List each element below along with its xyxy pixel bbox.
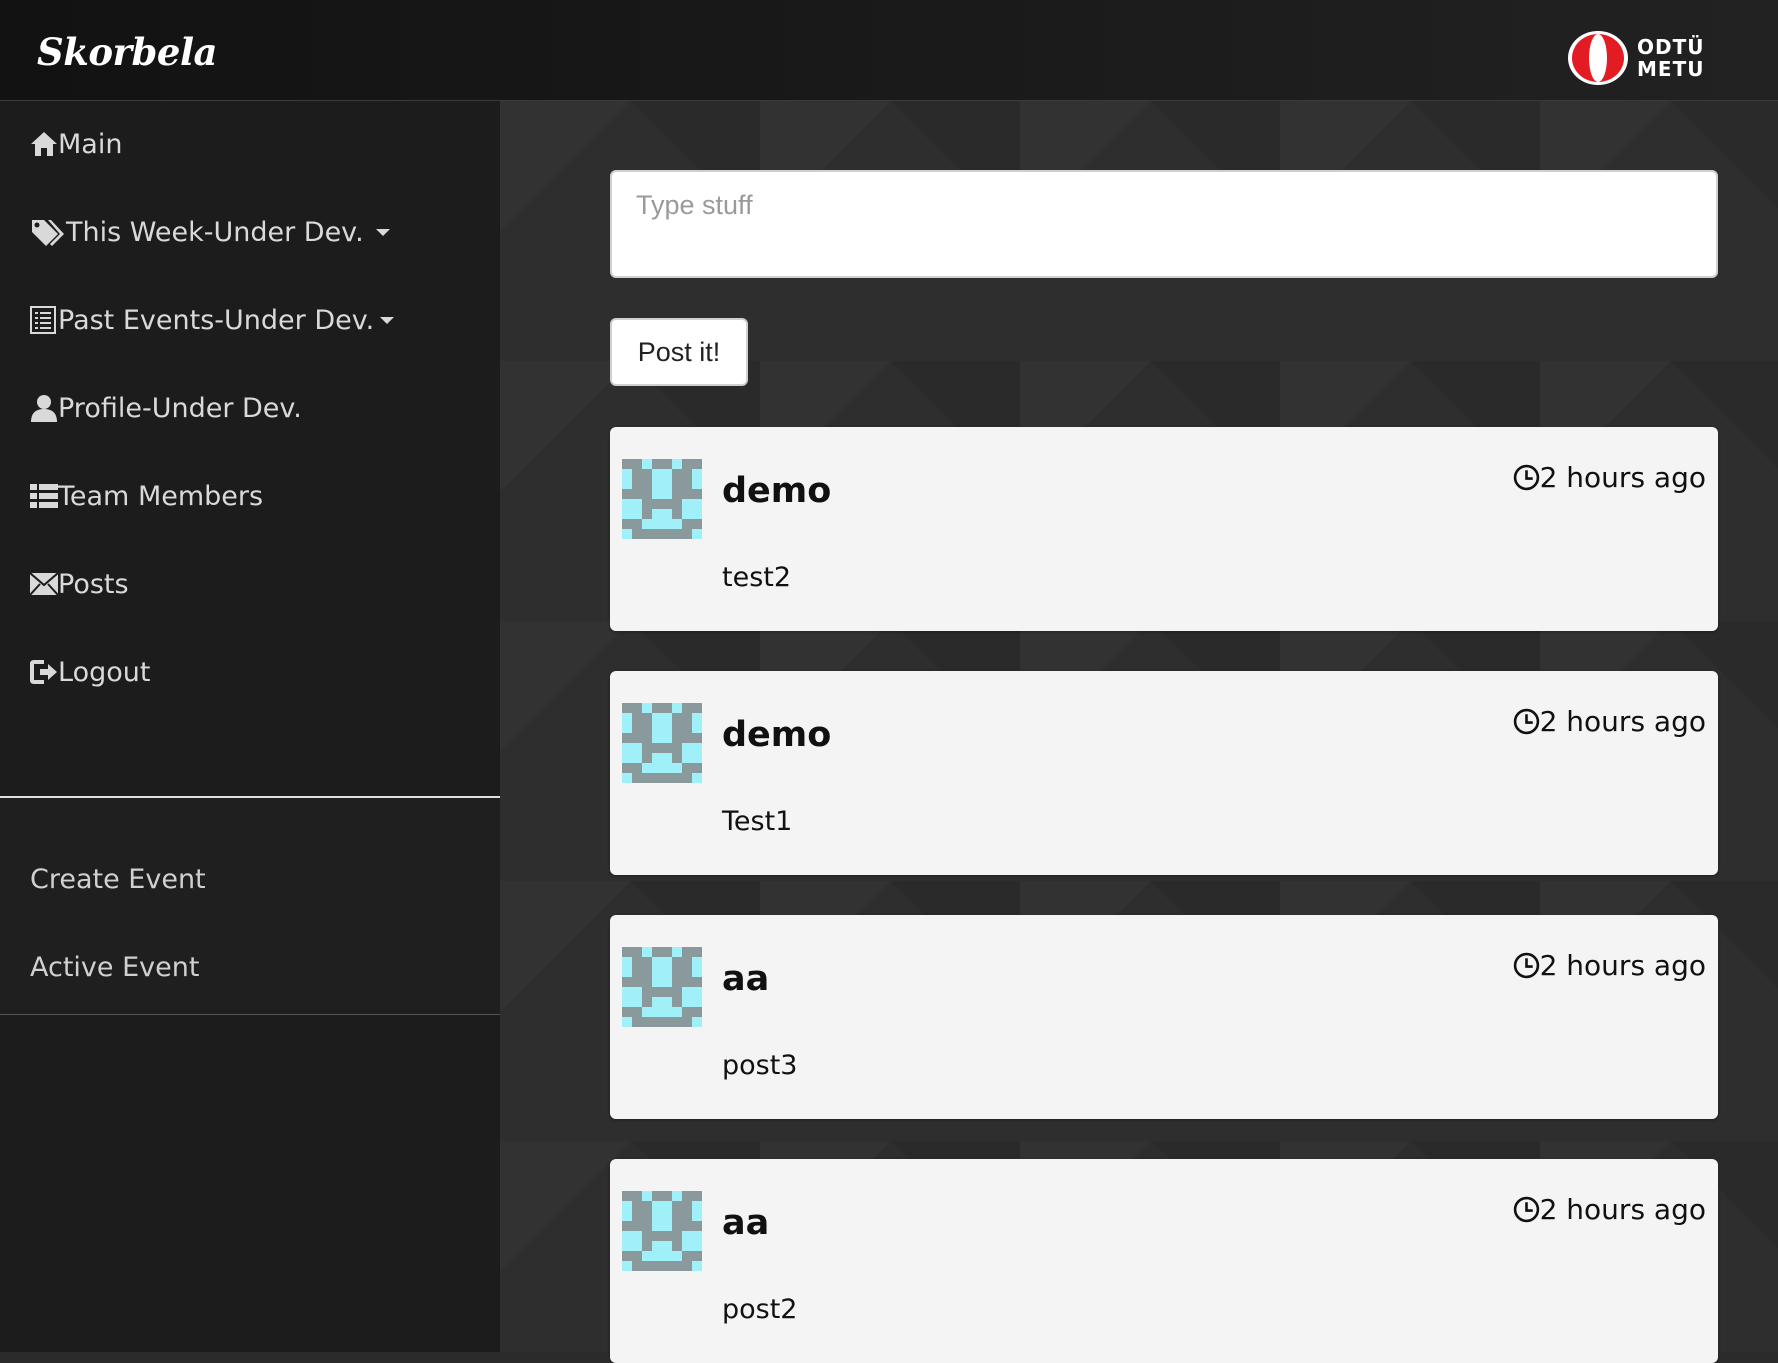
sidebar-item-label: Logout [58, 656, 151, 688]
post-author[interactable]: aa [722, 959, 769, 999]
sidebar-event-menu: Create Event Active Event [0, 798, 500, 1015]
post-card: demo 2 hours ago Test1 [610, 671, 1718, 875]
sidebar-item-profile[interactable]: Profile-Under Dev. [30, 388, 302, 428]
post-timestamp: 2 hours ago [1513, 461, 1706, 494]
post-card: demo 2 hours ago test2 [610, 427, 1718, 631]
post-body: post2 [722, 1294, 798, 1325]
sidebar-item-past-events[interactable]: Past Events-Under Dev. [30, 300, 395, 340]
post-time-text: 2 hours ago [1539, 705, 1706, 738]
sidebar-item-label: Profile-Under Dev. [58, 392, 302, 424]
post-button[interactable]: Post it! [610, 318, 748, 386]
logo-text-odtu: ODTÜ [1637, 35, 1705, 59]
post-time-text: 2 hours ago [1539, 1193, 1706, 1226]
post-time-text: 2 hours ago [1539, 949, 1706, 982]
post-card: aa 2 hours ago post3 [610, 915, 1718, 1119]
clock-icon [1513, 1196, 1539, 1223]
sidebar-item-posts[interactable]: Posts [30, 564, 129, 604]
post-body: Test1 [722, 806, 793, 837]
sidebar-item-create-event[interactable]: Create Event [30, 864, 206, 895]
metu-disc-icon [1568, 31, 1628, 85]
sidebar-item-label: This Week-Under Dev. [66, 216, 364, 248]
clock-icon [1513, 952, 1539, 979]
th-list-icon [30, 481, 58, 511]
post-author[interactable]: demo [722, 715, 831, 755]
sidebar-item-label: Team Members [58, 480, 264, 512]
post-time-text: 2 hours ago [1539, 461, 1706, 494]
log-out-icon [30, 657, 58, 687]
post-author[interactable]: demo [722, 471, 831, 511]
avatar [622, 703, 702, 783]
sidebar-item-team-members[interactable]: Team Members [30, 476, 263, 516]
sidebar: Main This Week-Under Dev. Past Events-Un… [0, 101, 500, 1352]
tags-icon [30, 217, 66, 247]
logo-text-metu: METU [1637, 57, 1705, 81]
avatar [622, 1191, 702, 1271]
chevron-down-icon [380, 316, 395, 324]
metu-logo[interactable]: ODTÜ METU [1567, 30, 1705, 86]
chevron-down-icon [375, 228, 390, 236]
user-icon [30, 393, 58, 423]
post-body: test2 [722, 562, 792, 593]
sidebar-item-active-event[interactable]: Active Event [30, 952, 199, 983]
metu-wordmark: ODTÜ METU [1637, 36, 1705, 80]
brand-logo[interactable]: Skorbela [37, 30, 217, 74]
clock-icon [1513, 708, 1539, 735]
top-navbar: Skorbela ODTÜ METU [0, 0, 1778, 101]
sidebar-item-label: Past Events-Under Dev. [58, 304, 375, 336]
clock-icon [1513, 464, 1539, 491]
post-timestamp: 2 hours ago [1513, 705, 1706, 738]
home-icon [30, 129, 58, 159]
sidebar-item-logout[interactable]: Logout [30, 652, 150, 692]
post-textarea[interactable] [610, 170, 1718, 278]
sidebar-item-main[interactable]: Main [30, 124, 122, 164]
post-timestamp: 2 hours ago [1513, 949, 1706, 982]
avatar [622, 459, 702, 539]
post-timestamp: 2 hours ago [1513, 1193, 1706, 1226]
post-author[interactable]: aa [722, 1203, 769, 1243]
post-body: post3 [722, 1050, 798, 1081]
sidebar-item-label: Main [58, 128, 123, 160]
sidebar-item-label: Posts [58, 568, 129, 600]
sidebar-item-this-week[interactable]: This Week-Under Dev. [30, 212, 390, 252]
envelope-icon [30, 569, 58, 599]
list-alt-icon [30, 305, 58, 335]
post-card: aa 2 hours ago post2 [610, 1159, 1718, 1363]
avatar [622, 947, 702, 1027]
main-content: Post it! demo 2 hours ago test2 d [500, 101, 1778, 1363]
